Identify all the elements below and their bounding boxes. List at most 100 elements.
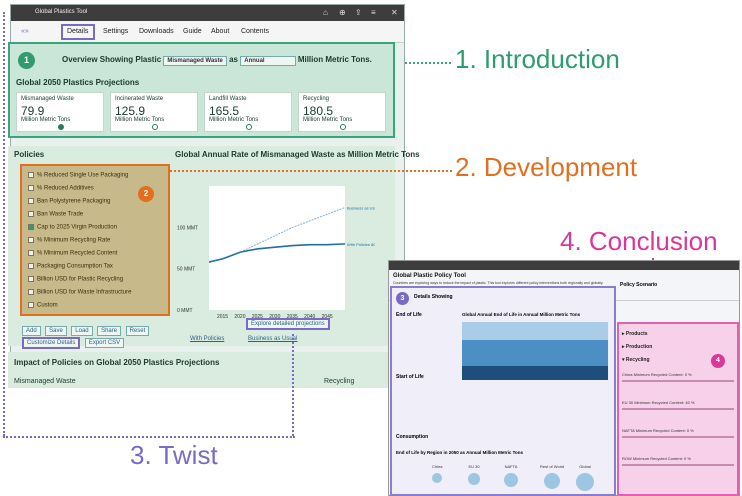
accordion-recycling[interactable]: ▾ Recycling bbox=[622, 357, 650, 363]
lock-icon[interactable]: ⊕ bbox=[339, 8, 346, 17]
detail-title-bar bbox=[389, 261, 739, 270]
tab-about[interactable]: About bbox=[211, 28, 229, 35]
recycling-slider[interactable] bbox=[622, 380, 734, 382]
export-csv-button[interactable]: Export CSV bbox=[84, 338, 125, 348]
policy-item[interactable]: % Minimum Recycled Content bbox=[28, 250, 117, 257]
policy-checkbox[interactable] bbox=[28, 224, 34, 230]
development-connector bbox=[170, 170, 452, 172]
policy-checkbox[interactable] bbox=[28, 211, 34, 217]
policy-item[interactable]: % Reduced Additives bbox=[28, 185, 94, 192]
region-bubble bbox=[432, 473, 443, 483]
close-icon[interactable]: ✕ bbox=[391, 8, 398, 17]
card-value: 125.9 bbox=[115, 104, 146, 118]
recycling-policy-label: NAFTA Minimum Recycled Content: 0 % bbox=[622, 428, 694, 433]
details-heading: Details Showing bbox=[414, 294, 453, 300]
recycling-policy-item[interactable]: ROW Minimum Recycled Content: 0 % bbox=[622, 456, 734, 466]
card-label: Incinerated Waste bbox=[115, 96, 164, 102]
policy-label: Ban Waste Trade bbox=[37, 211, 84, 218]
development-step-badge: 2 bbox=[138, 186, 154, 202]
chart-title: Global Annual Rate of Mismanaged Waste a… bbox=[175, 150, 420, 159]
accordion-production-label: Production bbox=[625, 344, 653, 350]
tab-details[interactable]: Details bbox=[67, 28, 88, 35]
card-radio[interactable] bbox=[152, 124, 158, 130]
tab-guide[interactable]: Guide bbox=[183, 28, 202, 35]
recycling-slider[interactable] bbox=[622, 436, 734, 438]
waste-type-select[interactable]: Mismanaged Waste bbox=[163, 56, 227, 66]
policy-checkbox[interactable] bbox=[28, 302, 34, 308]
policy-item[interactable]: Custom bbox=[28, 302, 58, 309]
policy-label: % Minimum Recycling Rate bbox=[37, 237, 111, 244]
policy-checkbox[interactable] bbox=[28, 250, 34, 256]
business-as-usual-link[interactable]: Business as Usual bbox=[248, 336, 297, 342]
region-bubble bbox=[576, 473, 594, 491]
region-bubble bbox=[504, 473, 518, 487]
share-icon[interactable]: ⇪ bbox=[355, 8, 362, 17]
policy-item[interactable]: % Reduced Single Use Packaging bbox=[28, 172, 128, 179]
annotation-conclusion: 4. Conclusion bbox=[560, 226, 718, 256]
recycling-slider[interactable] bbox=[622, 408, 734, 410]
recycling-policy-label: ROW Minimum Recycled Content: 0 % bbox=[622, 456, 691, 461]
recycling-policy-item[interactable]: NAFTA Minimum Recycled Content: 0 % bbox=[622, 428, 734, 438]
policy-item[interactable]: Packaging Consumption Tax bbox=[28, 263, 113, 270]
policy-checkbox[interactable] bbox=[28, 276, 34, 282]
policy-checkbox[interactable] bbox=[28, 289, 34, 295]
projection-card[interactable]: Landfill Waste 165.5 Million Metric Tons bbox=[204, 92, 292, 132]
recycling-slider[interactable] bbox=[622, 464, 734, 466]
policy-item[interactable]: Ban Polystyrene Packaging bbox=[28, 198, 110, 205]
region-bubble bbox=[544, 473, 561, 489]
card-label: Mismanaged Waste bbox=[21, 96, 74, 102]
series-end-label: Business as Usual 124 MMT bbox=[347, 205, 375, 210]
tab-contents[interactable]: Contents bbox=[241, 28, 269, 35]
annotation-development: 2. Development bbox=[455, 152, 638, 182]
policy-checkbox[interactable] bbox=[28, 237, 34, 243]
policy-label: % Reduced Single Use Packaging bbox=[37, 172, 129, 179]
y-tick-label: 0 MMT bbox=[177, 308, 193, 314]
policy-item[interactable]: Billion USD for Plastic Recycling bbox=[28, 276, 123, 283]
projection-card[interactable]: Recycling 180.5 Million Metric Tons bbox=[298, 92, 386, 132]
policy-checkbox[interactable] bbox=[28, 185, 34, 191]
impact-mismanaged: Mismanaged Waste bbox=[14, 378, 76, 385]
policy-checkbox[interactable] bbox=[28, 263, 34, 269]
card-radio[interactable] bbox=[58, 124, 64, 130]
tab-overview-icon[interactable]: «» bbox=[21, 28, 29, 35]
card-unit: Million Metric Tons bbox=[209, 117, 259, 123]
projections-title: Global 2050 Plastics Projections bbox=[16, 78, 140, 87]
projection-card[interactable]: Incinerated Waste 125.9 Million Metric T… bbox=[110, 92, 198, 132]
title-bar: Global Plastics Tool ⌂ ⊕ ⇪ ≡ ✕ bbox=[11, 5, 404, 21]
customize-details-button[interactable]: Customize Details bbox=[22, 337, 81, 349]
card-radio[interactable] bbox=[340, 124, 346, 130]
policy-label: Packaging Consumption Tax bbox=[37, 263, 113, 270]
card-unit: Million Metric Tons bbox=[21, 117, 71, 123]
policy-item[interactable]: Cap to 2025 Virgin Production bbox=[28, 224, 117, 231]
impact-recycling: Recycling bbox=[324, 378, 355, 385]
recycling-policy-item[interactable]: EU 30 Minimum Recycled Content: 40 % bbox=[622, 400, 734, 410]
region-column: NAFTA bbox=[504, 464, 518, 491]
tab-downloads[interactable]: Downloads bbox=[139, 28, 174, 35]
twist-step-badge: 3 bbox=[396, 292, 409, 305]
tab-settings[interactable]: Settings bbox=[103, 28, 128, 35]
card-unit: Million Metric Tons bbox=[303, 117, 353, 123]
card-value: 165.5 bbox=[209, 104, 240, 118]
accordion-products[interactable]: ▸ Products bbox=[622, 331, 648, 337]
policy-item[interactable]: % Minimum Recycling Rate bbox=[28, 237, 110, 244]
regions-heading: End of Life by Region in 2050 as Annual … bbox=[396, 450, 524, 455]
menu-icon[interactable]: ≡ bbox=[371, 8, 376, 17]
timeframe-select[interactable]: Annual bbox=[240, 56, 296, 66]
card-radio[interactable] bbox=[246, 124, 252, 130]
accordion-production[interactable]: ▸ Production bbox=[622, 344, 652, 350]
policy-checkbox[interactable] bbox=[28, 198, 34, 204]
with-policies-link[interactable]: With Policies bbox=[190, 336, 224, 342]
region-label: Global bbox=[579, 464, 591, 469]
policy-item[interactable]: Ban Waste Trade bbox=[28, 211, 83, 218]
policy-item[interactable]: Billion USD for Waste Infrastructure bbox=[28, 289, 131, 296]
policy-checkbox[interactable] bbox=[28, 172, 34, 178]
home-icon[interactable]: ⌂ bbox=[323, 8, 328, 17]
reset-button[interactable]: Reset bbox=[125, 326, 150, 336]
explore-projections-button[interactable]: Explore detailed projections bbox=[246, 318, 330, 330]
recycling-policy-item[interactable]: China Minimum Recycled Content: 0 % bbox=[622, 372, 734, 382]
mismanaged-waste-chart: 0 MMT50 MMT100 MMT2015 2020 2025 2030 2035 20… bbox=[177, 186, 375, 320]
projection-card[interactable]: Mismanaged Waste 79.9 Million Metric Ton… bbox=[16, 92, 104, 132]
policy-label: % Reduced Additives bbox=[37, 185, 94, 192]
consumption-label: Consumption bbox=[396, 434, 429, 440]
region-label: Rest of World bbox=[540, 464, 565, 469]
